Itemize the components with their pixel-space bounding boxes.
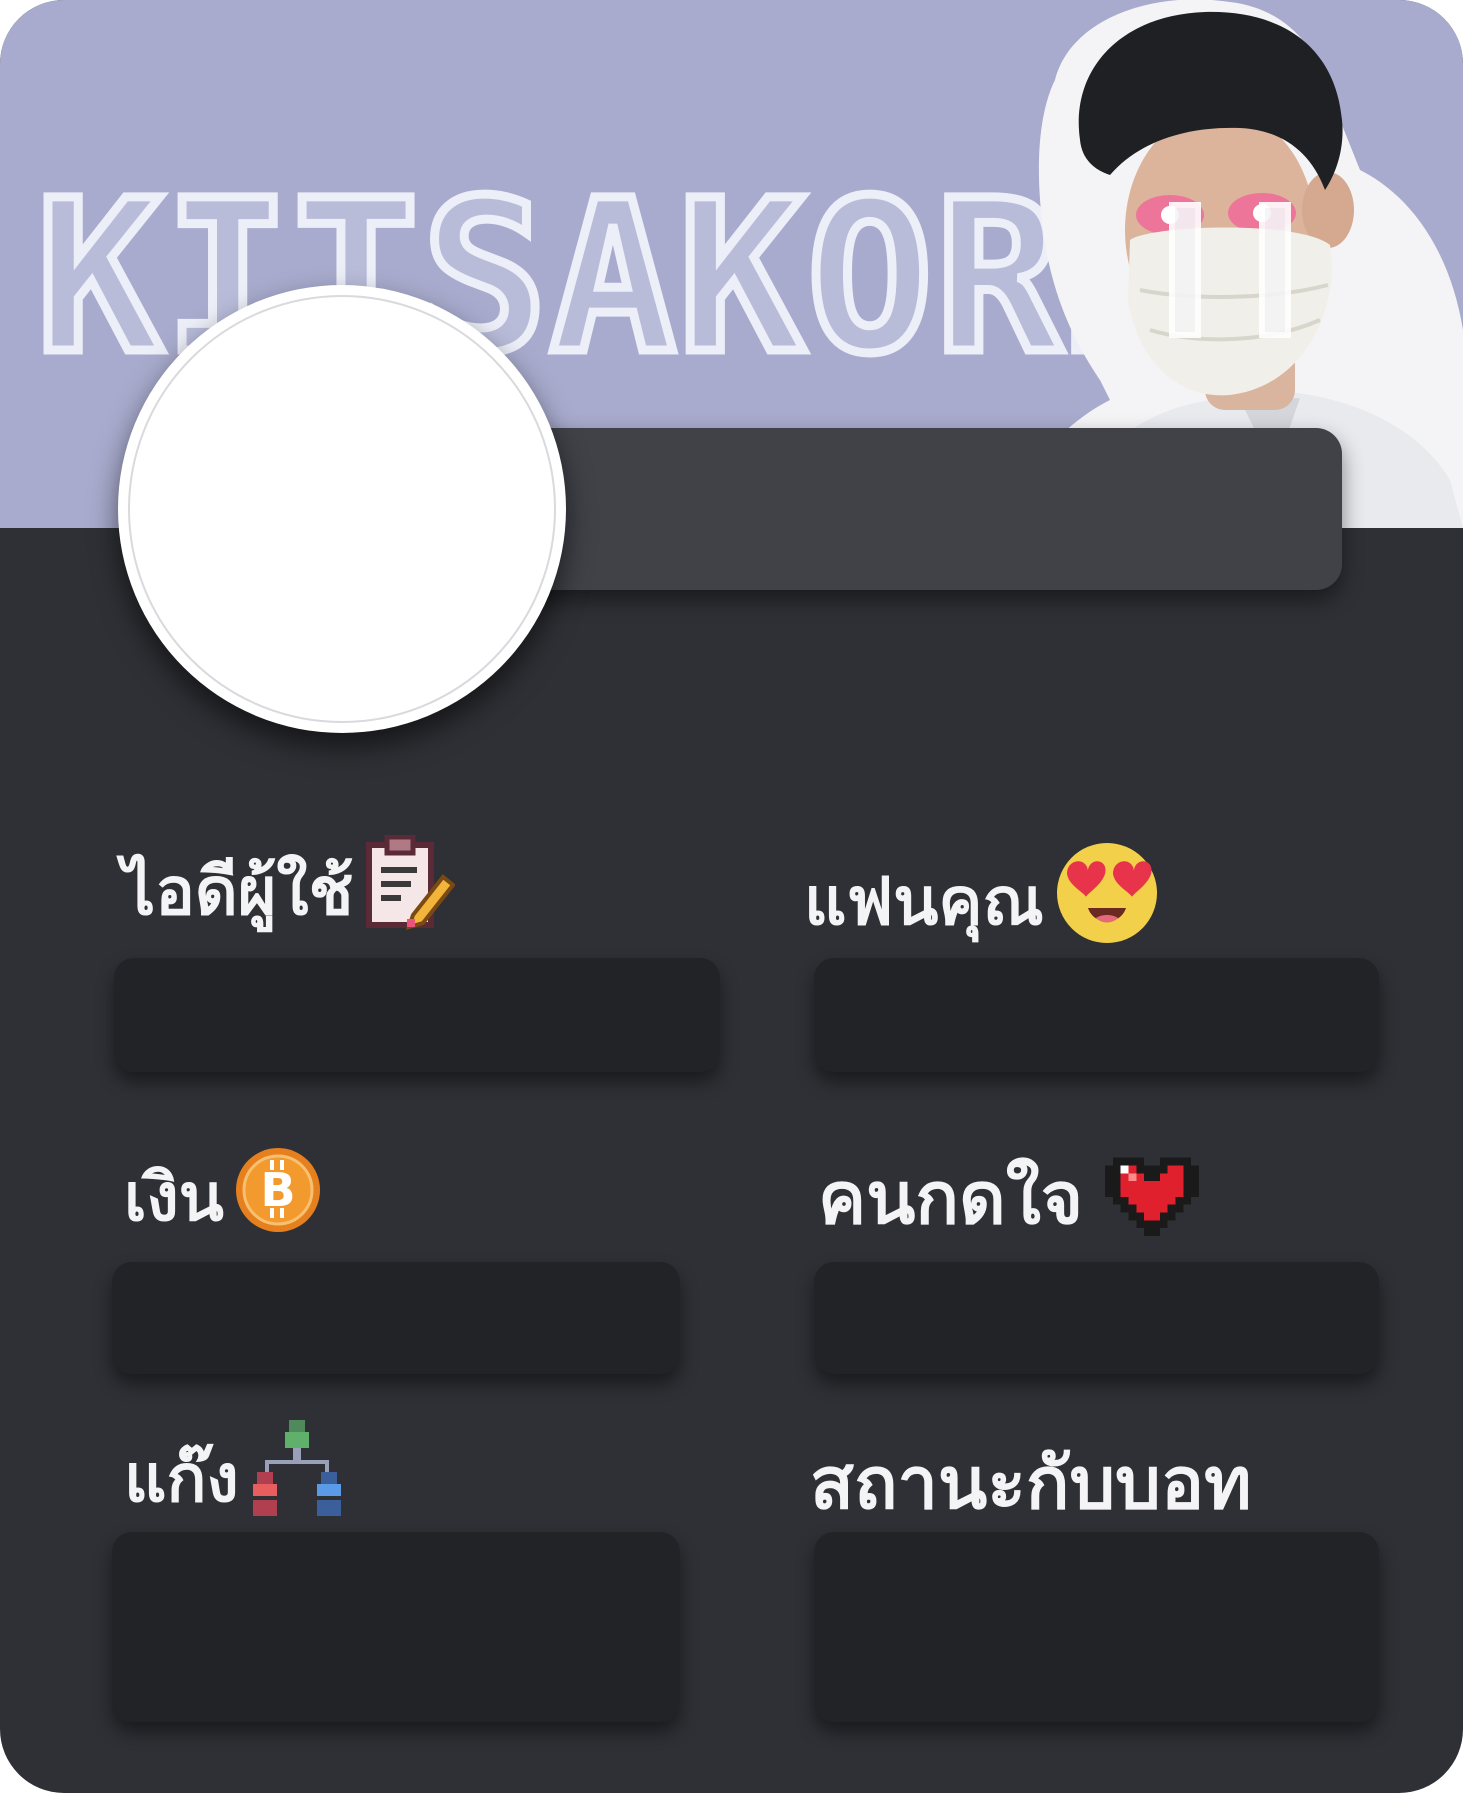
heart-eyes-emoji-icon <box>1054 840 1160 962</box>
user-id-field[interactable] <box>114 958 720 1072</box>
avatar[interactable] <box>118 285 566 733</box>
group-people-icon <box>249 1420 345 1536</box>
likes-field[interactable] <box>814 1262 1379 1374</box>
partner-label-text: แฟนคุณ <box>804 862 1044 940</box>
likes-label-text: คนกดใจ <box>818 1156 1084 1240</box>
bot-status-label-text: สถานะกับบอท <box>810 1441 1252 1525</box>
avatar-ring <box>128 295 556 723</box>
money-field[interactable] <box>112 1262 680 1374</box>
user-id-label: ไอดีผู้ใช้ <box>122 834 457 947</box>
gang-field[interactable] <box>112 1532 680 1722</box>
pixel-heart-icon <box>1105 1142 1200 1253</box>
gang-label: แก๊ง <box>124 1420 345 1536</box>
bitcoin-coin-icon: B <box>234 1146 322 1250</box>
gang-label-text: แก๊ง <box>124 1439 239 1517</box>
profile-card: KITSAKORN ไอดีผู้ใช้ แฟนคุณ เงิน B คนกดใ… <box>0 0 1463 1793</box>
clipboard-pencil-icon <box>363 834 457 947</box>
likes-label: คนกดใจ <box>818 1140 1200 1255</box>
svg-text:B: B <box>260 1163 295 1217</box>
bot-status-label: สถานะกับบอท <box>810 1425 1252 1540</box>
partner-field[interactable] <box>814 958 1379 1072</box>
bot-status-field[interactable] <box>814 1532 1379 1722</box>
partner-label: แฟนคุณ <box>804 840 1160 962</box>
username-bar <box>500 428 1342 590</box>
money-label-text: เงิน <box>124 1159 224 1236</box>
user-id-label-text: ไอดีผู้ใช้ <box>122 852 354 930</box>
money-label: เงิน B <box>124 1145 322 1250</box>
